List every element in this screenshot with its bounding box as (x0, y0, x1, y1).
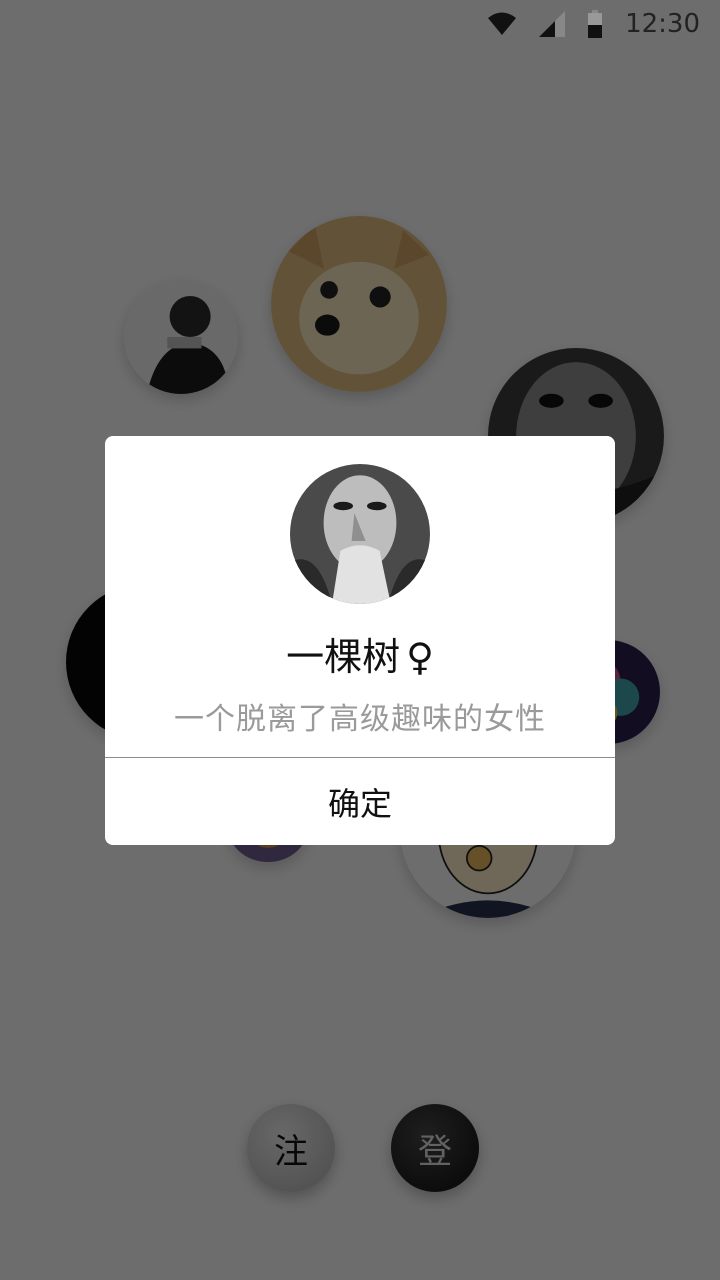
profile-dialog: 一棵树 ♀ 一个脱离了高级趣味的女性 确定 (105, 436, 615, 845)
status-bar: 12:30 (0, 0, 720, 48)
battery-icon (587, 10, 603, 38)
profile-bio: 一个脱离了高级趣味的女性 (174, 702, 546, 737)
gender-icon: ♀ (406, 635, 434, 679)
clock: 12:30 (625, 9, 700, 39)
profile-name: 一棵树 (286, 635, 401, 679)
profile-name-row: 一棵树 ♀ (105, 626, 615, 681)
confirm-button[interactable]: 确定 (105, 758, 615, 845)
signal-icon (539, 11, 566, 37)
screen: 12:30 注 登 (0, 0, 720, 1280)
wifi-icon (487, 11, 517, 37)
profile-avatar (290, 464, 430, 604)
